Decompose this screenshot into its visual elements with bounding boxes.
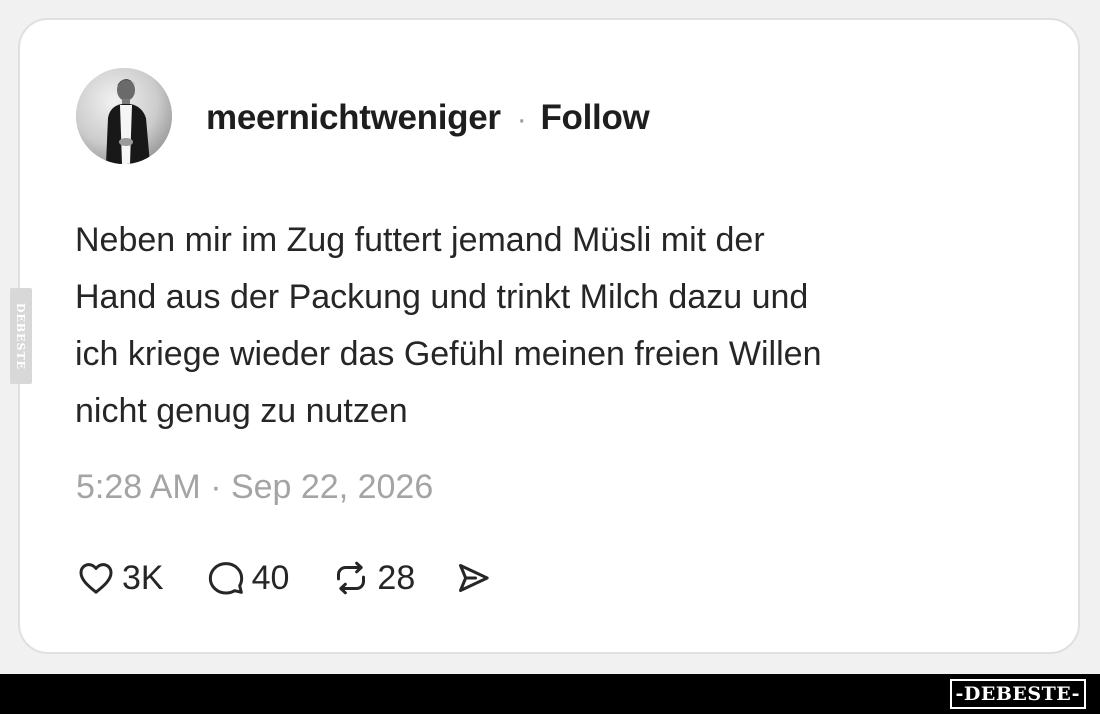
separator-dot: ·	[516, 103, 527, 136]
post-text: Neben mir im Zug futtert jemand Müsli mi…	[75, 221, 822, 430]
reply-button[interactable]: 40	[206, 558, 290, 598]
share-button[interactable]	[453, 558, 493, 598]
avatar-photo	[76, 68, 172, 164]
post-timestamp: 5:28 AM · Sep 22, 2026	[76, 468, 434, 506]
avatar[interactable]	[76, 68, 172, 164]
repost-button[interactable]: 28	[331, 558, 415, 598]
post-header: meernichtweniger · Follow	[206, 98, 650, 138]
heart-icon	[79, 563, 113, 594]
post-card: meernichtweniger · Follow Neben mir im Z…	[18, 18, 1080, 654]
watermark-side: DEBESTE	[10, 288, 32, 384]
comment-icon	[208, 562, 243, 595]
watermark-logo: -DEBESTE-	[949, 679, 1086, 709]
send-icon	[459, 564, 489, 592]
watermark-side-text: DEBESTE	[14, 302, 28, 370]
reply-count: 40	[251, 558, 290, 597]
action-bar: 3K 40 28	[76, 556, 493, 600]
repost-count: 28	[377, 558, 416, 597]
username[interactable]: meernichtweniger	[206, 98, 501, 138]
watermark-logo-text: -DEBESTE-	[955, 683, 1080, 705]
footer-bar: -DEBESTE-	[0, 674, 1100, 714]
follow-button[interactable]: Follow	[540, 98, 649, 138]
like-count: 3K	[122, 558, 164, 597]
repost-icon	[337, 561, 366, 595]
like-button[interactable]: 3K	[76, 558, 164, 598]
